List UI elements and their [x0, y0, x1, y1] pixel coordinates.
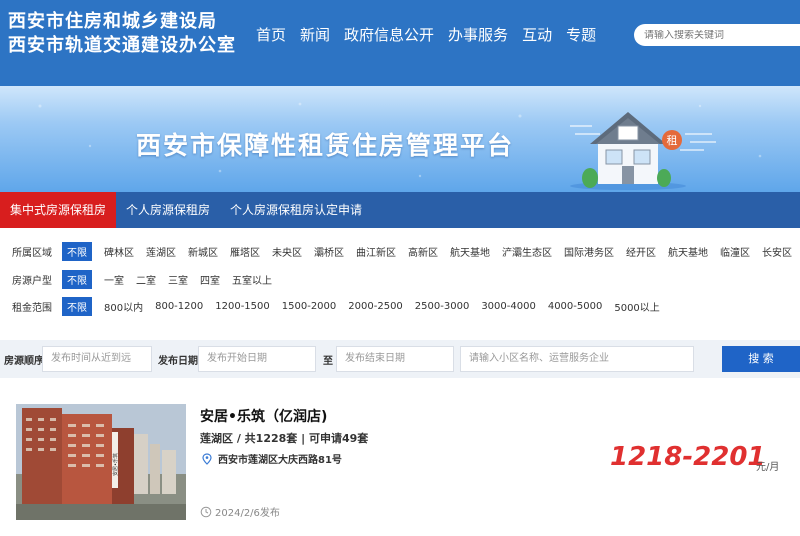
property-photo[interactable]: 安居•乐筑	[16, 404, 186, 520]
listing-card[interactable]: 安居•乐筑 安居•乐筑（亿润店) 莲湖区 / 共1228套 | 可申请49套 西…	[16, 404, 800, 536]
tab-centralized-housing[interactable]: 集中式房源保租房	[0, 192, 117, 228]
filter-layout-option[interactable]: 二室	[136, 272, 156, 287]
clock-icon	[200, 506, 212, 517]
location-pin-icon	[202, 452, 212, 465]
filter-district-option[interactable]: 碑林区	[104, 244, 134, 259]
date-to-label: 至	[323, 356, 333, 367]
listing-date: 2024/2/6发布	[200, 504, 280, 519]
nav-interaction[interactable]: 互动	[522, 24, 552, 46]
filter-rent-option[interactable]: 2500-3000	[415, 301, 470, 312]
building-sign: 安居•乐筑	[112, 453, 119, 476]
house-illustration-icon: 租	[570, 112, 686, 190]
filter-rent-option[interactable]: 1200-1500	[215, 301, 270, 312]
filter-district-option[interactable]: 经开区	[626, 244, 656, 259]
filter-district-option[interactable]: 雁塔区	[230, 244, 260, 259]
price-unit: 元/月	[756, 462, 780, 473]
keyword-input[interactable]: 请输入小区名称、运营服务企业	[460, 346, 694, 372]
filter-district-option[interactable]: 莲湖区	[146, 244, 176, 259]
date-start-input[interactable]: 发布开始日期	[198, 346, 316, 372]
filter-district-option[interactable]: 航天基地	[450, 244, 490, 259]
brand-line-2: 西安市轨道交通建设办公室	[8, 35, 236, 56]
filter-district-option[interactable]: 未央区	[272, 244, 302, 259]
brand-line-1: 西安市住房和城乡建设局	[8, 11, 217, 32]
search-bar: 房源顺序 发布时间从近到远 发布日期 发布开始日期 至 发布结束日期 请输入小区…	[0, 340, 800, 378]
filter-rent-any[interactable]: 不限	[62, 296, 92, 316]
nav-news[interactable]: 新闻	[300, 24, 330, 46]
filter-district-option[interactable]: 临潼区	[720, 244, 750, 259]
nav-topics[interactable]: 专题	[566, 24, 596, 46]
hero-banner: 西安市保障性租赁住房管理平台 租	[0, 86, 800, 192]
nav-services[interactable]: 办事服务	[448, 24, 508, 46]
filter-rent-option[interactable]: 800以内	[104, 299, 143, 314]
filter-label-layout: 房源户型	[12, 275, 52, 287]
filter-district-option[interactable]: 长安区	[762, 244, 792, 259]
filter-rent-option[interactable]: 800-1200	[155, 301, 203, 312]
order-label: 房源顺序	[4, 356, 44, 367]
filter-rent-option[interactable]: 2000-2500	[348, 301, 403, 312]
filter-label-rent: 租金范围	[12, 302, 52, 314]
main-nav: 首页 新闻 政府信息公开 办事服务 互动 专题	[256, 24, 596, 46]
filter-district-any[interactable]: 不限	[62, 241, 92, 261]
filter-rent-option[interactable]: 5000以上	[614, 299, 659, 314]
tab-individual-housing[interactable]: 个人房源保租房	[116, 192, 220, 228]
filter-district-option[interactable]: 航天基地	[668, 244, 708, 259]
filter-layout-option[interactable]: 四室	[200, 272, 220, 287]
filter-rent-option[interactable]: 4000-5000	[548, 301, 603, 312]
filter-layout-option[interactable]: 一室	[104, 272, 124, 287]
date-end-input[interactable]: 发布结束日期	[336, 346, 454, 372]
filter-rent-option[interactable]: 3000-4000	[481, 301, 536, 312]
rent-badge: 租	[667, 134, 678, 147]
nav-gov-info[interactable]: 政府信息公开	[344, 24, 434, 46]
listing-tabs: 集中式房源保租房 个人房源保租房 个人房源保租房认定申请	[0, 192, 800, 228]
filter-district-option[interactable]: 浐灞生态区	[502, 244, 552, 259]
nav-home[interactable]: 首页	[256, 24, 286, 46]
filter-district-option[interactable]: 曲江新区	[356, 244, 396, 259]
date-label: 发布日期	[158, 356, 198, 367]
listing-meta: 莲湖区 / 共1228套 | 可申请49套	[200, 432, 369, 445]
tab-individual-certification[interactable]: 个人房源保租房认定申请	[220, 192, 372, 228]
platform-title: 西安市保障性租赁住房管理平台	[136, 131, 515, 160]
header-search-input[interactable]	[644, 29, 794, 41]
site-header: 西安市住房和城乡建设局 西安市轨道交通建设办公室 首页 新闻 政府信息公开 办事…	[0, 0, 800, 86]
listing-price: 1218-2201	[610, 442, 766, 472]
filter-row-district: 所属区域 不限 碑林区 莲湖区 新城区 雁塔区 未央区 灞桥区 曲江新区 高新区…	[12, 241, 800, 261]
filter-district-option[interactable]: 灞桥区	[314, 244, 344, 259]
listing-address: 西安市莲湖区大庆西路81号	[200, 451, 342, 466]
filter-row-layout: 房源户型 不限 一室 二室 三室 四室 五室以上	[12, 269, 284, 289]
filter-district-option[interactable]: 新城区	[188, 244, 218, 259]
search-button[interactable]: 搜 索	[722, 346, 800, 372]
filter-rent-option[interactable]: 1500-2000	[282, 301, 337, 312]
listing-address-text: 西安市莲湖区大庆西路81号	[218, 455, 342, 466]
filter-layout-any[interactable]: 不限	[62, 269, 92, 289]
listing-date-text: 2024/2/6发布	[215, 508, 280, 519]
filter-panel: 所属区域 不限 碑林区 莲湖区 新城区 雁塔区 未央区 灞桥区 曲江新区 高新区…	[0, 228, 800, 330]
site-brand[interactable]: 西安市住房和城乡建设局 西安市轨道交通建设办公室	[8, 10, 236, 58]
header-search	[634, 24, 800, 46]
filter-district-option[interactable]: 高新区	[408, 244, 438, 259]
listing-title[interactable]: 安居•乐筑（亿润店)	[200, 406, 327, 426]
filter-district-option[interactable]: 国际港务区	[564, 244, 614, 259]
filter-label-district: 所属区域	[12, 247, 52, 259]
filter-layout-option[interactable]: 五室以上	[232, 272, 272, 287]
filter-layout-option[interactable]: 三室	[168, 272, 188, 287]
filter-row-rent: 租金范围 不限 800以内 800-1200 1200-1500 1500-20…	[12, 296, 672, 316]
order-select[interactable]: 发布时间从近到远	[42, 346, 152, 372]
